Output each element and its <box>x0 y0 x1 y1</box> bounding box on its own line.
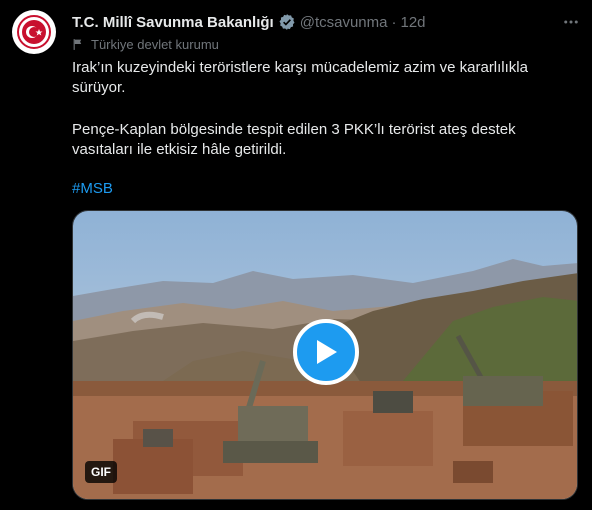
verified-badge-icon <box>278 13 296 31</box>
affiliation-text: Türkiye devlet kurumu <box>91 36 219 52</box>
author-name[interactable]: T.C. Millî Savunma Bakanlığı <box>72 14 274 31</box>
play-button[interactable] <box>293 319 359 385</box>
timestamp[interactable]: 12d <box>400 14 425 31</box>
tweet-text-paragraph-1: Irak’ın kuzeyindeki teröristlere karşı m… <box>72 59 528 96</box>
video-media[interactable]: GIF <box>72 210 578 500</box>
avatar[interactable] <box>12 10 56 54</box>
play-icon <box>317 340 337 364</box>
hashtag-link[interactable]: #MSB <box>72 180 113 197</box>
author-handle[interactable]: @tcsavunma <box>300 14 388 31</box>
flag-icon <box>72 38 85 51</box>
tweet-text-paragraph-2: Pençe-Kaplan bölgesinde tespit edilen 3 … <box>72 121 516 158</box>
more-options-icon[interactable] <box>560 12 582 32</box>
separator: · <box>391 13 397 31</box>
tweet[interactable]: T.C. Millî Savunma Bakanlığı @tcsavunma … <box>0 0 592 510</box>
tweet-header: T.C. Millî Savunma Bakanlığı @tcsavunma … <box>72 11 552 33</box>
ministry-emblem-icon <box>14 12 54 52</box>
affiliation-label: Türkiye devlet kurumu <box>72 34 219 54</box>
gif-badge: GIF <box>85 461 117 483</box>
